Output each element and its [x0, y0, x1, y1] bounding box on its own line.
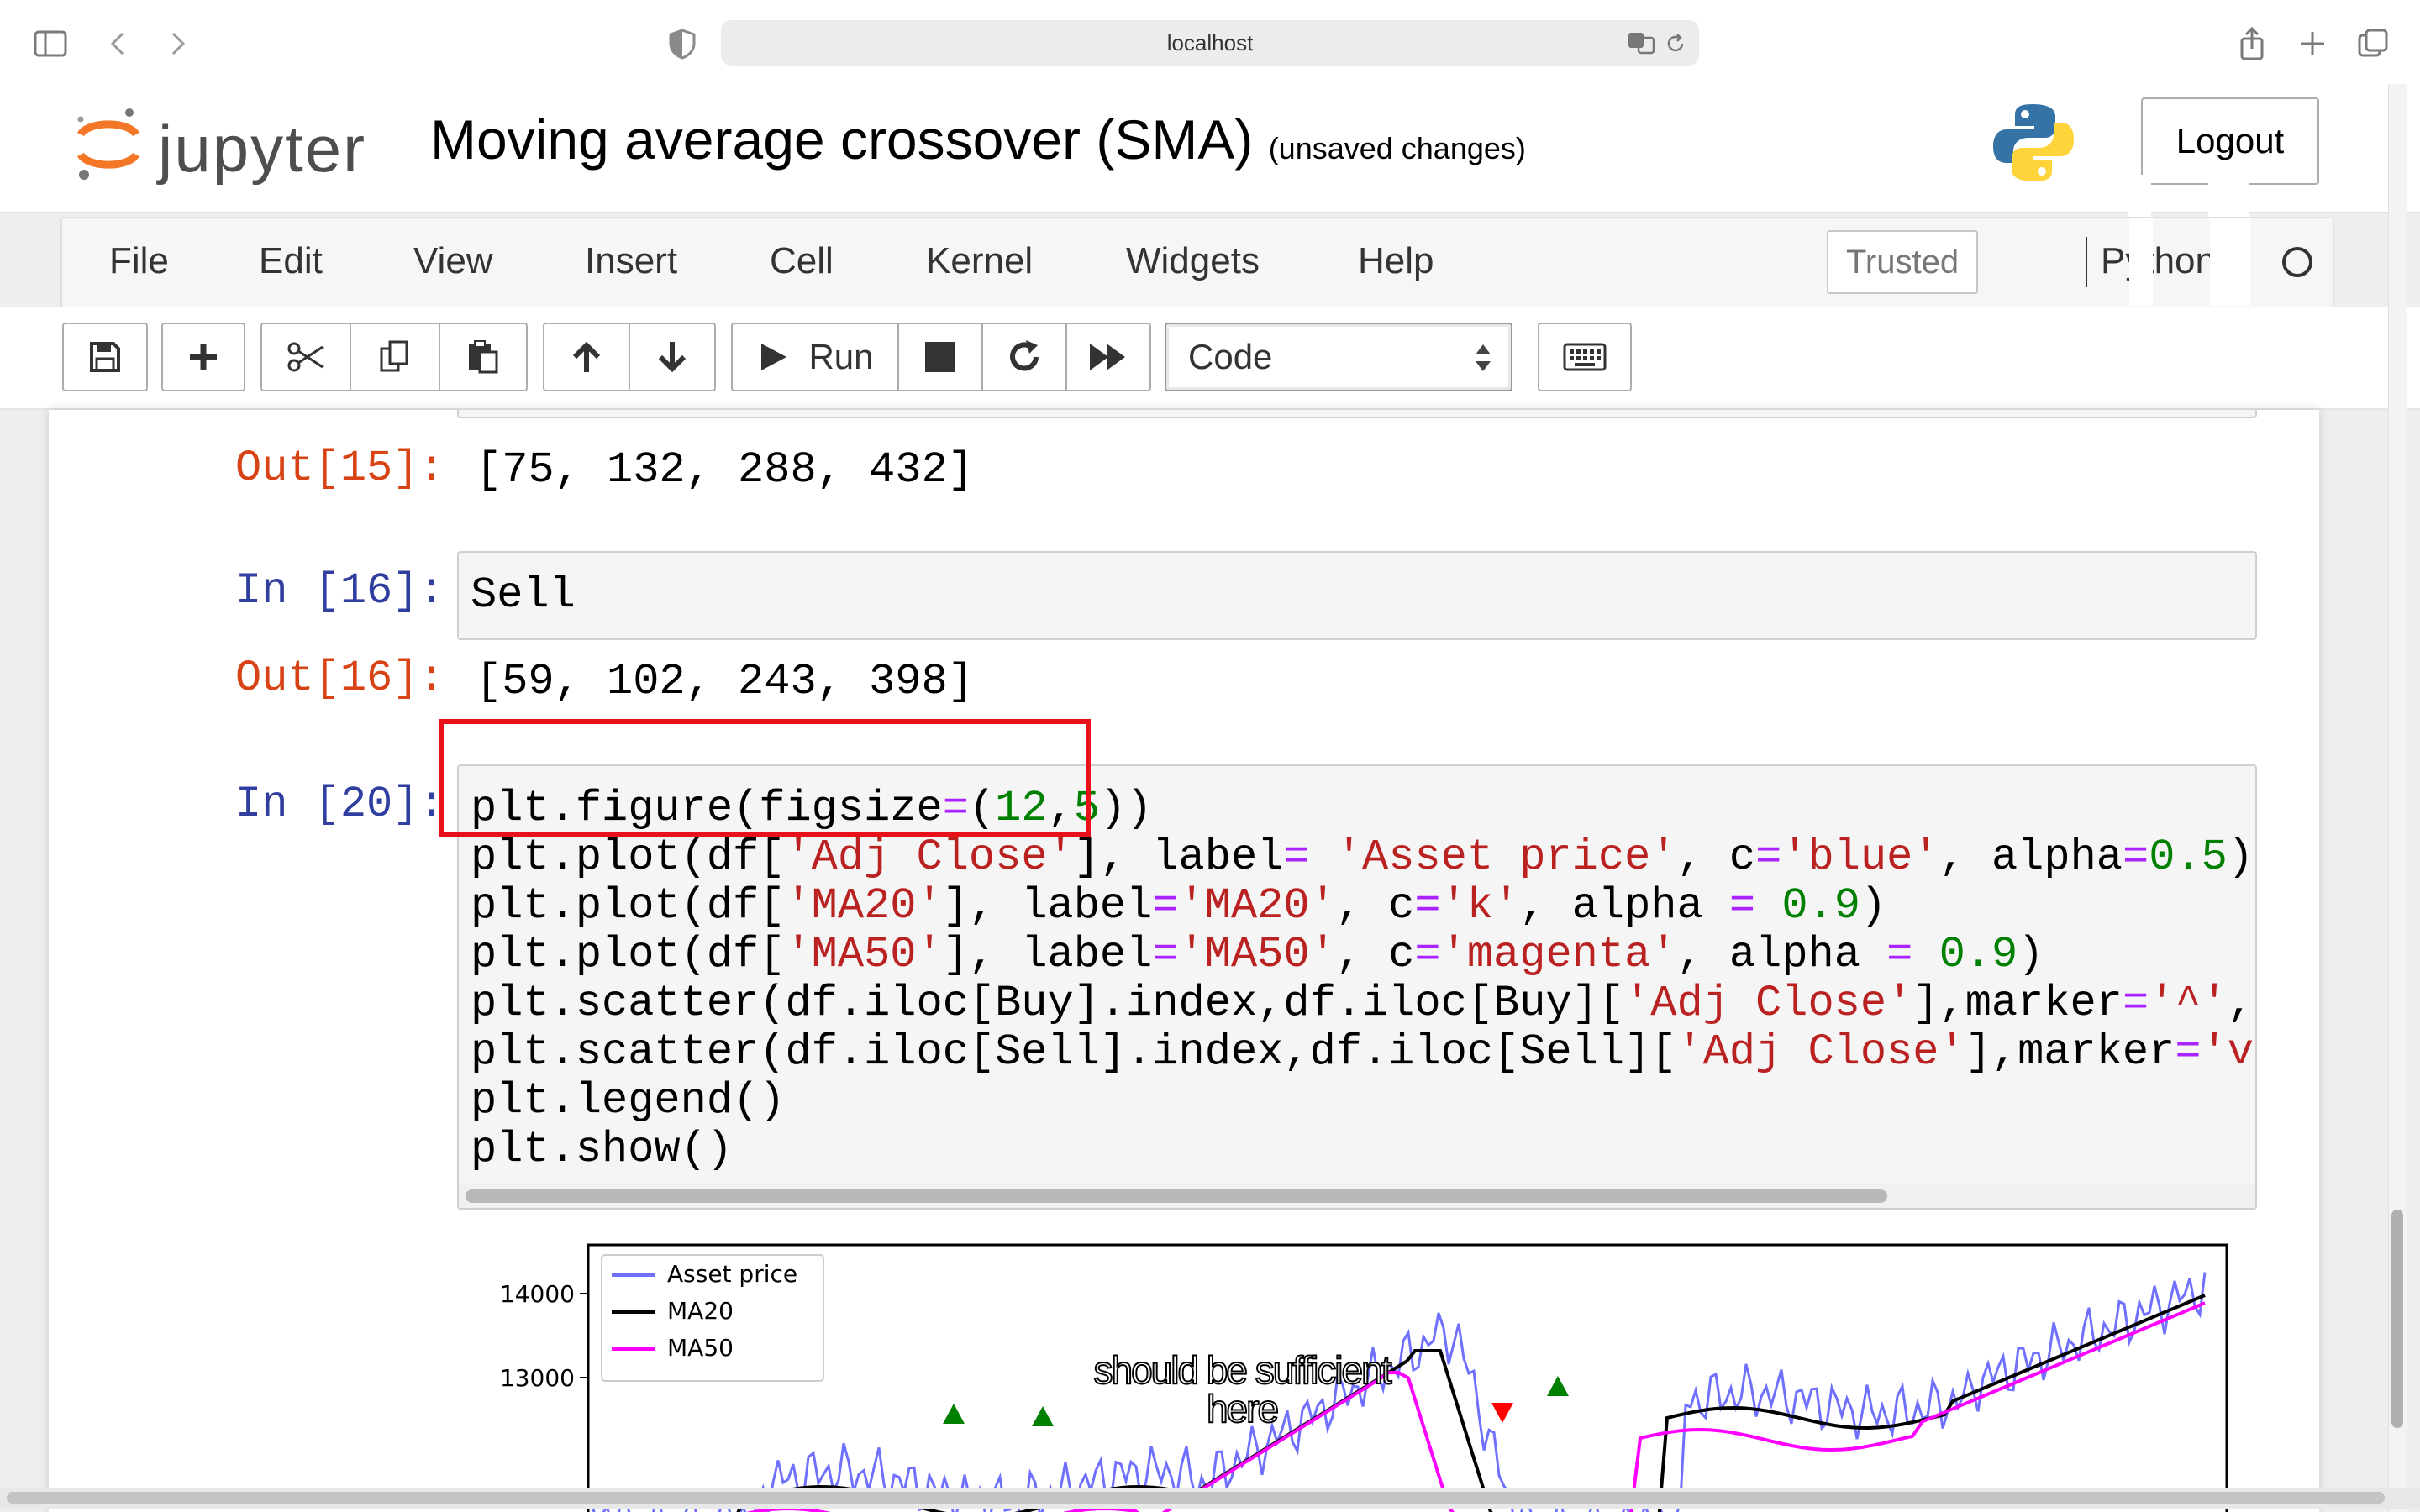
in-prompt-20: In [20]: [235, 780, 445, 829]
keyboard-icon [1563, 343, 1607, 371]
legend-label-asset-price: Asset price [667, 1260, 797, 1288]
caption-line-1: should be sufficient [1093, 1348, 1393, 1392]
paste-button[interactable] [439, 323, 528, 391]
y-tick-label: 13000 [500, 1364, 575, 1392]
notebook-container: Out[15]: [75, 132, 288, 432] In [16]: Se… [49, 410, 2319, 1512]
menubar: File Edit View Insert Cell Kernel Widget… [60, 217, 2334, 309]
copy-icon [380, 340, 408, 372]
arrow-up-icon [572, 341, 601, 372]
code-line: plt.scatter(df.iloc[Sell].index,df.iloc[… [471, 1027, 2255, 1077]
stop-icon [925, 342, 955, 372]
output-15: [75, 132, 288, 432] [476, 445, 974, 495]
code-line: plt.scatter(df.iloc[Buy].index,df.iloc[B… [471, 979, 2254, 1028]
menu-kernel[interactable]: Kernel [926, 240, 1033, 282]
cut-button[interactable] [260, 323, 351, 391]
restart-kernel-button[interactable] [981, 323, 1067, 391]
hscroll-thumb[interactable] [7, 1492, 2385, 1504]
video-caption: should be sufficient here [948, 1348, 1536, 1431]
url-text: localhost [1166, 29, 1254, 55]
share-icon[interactable] [2233, 25, 2270, 62]
overlay-patch [2129, 218, 2153, 306]
kernel-idle-icon [2282, 247, 2312, 277]
python-logo-icon [1993, 104, 2074, 181]
notebook-title-area[interactable]: Moving average crossover (SMA) (unsaved … [430, 108, 1526, 171]
output-16: [59, 102, 243, 398] [476, 657, 974, 706]
paste-icon [469, 340, 498, 374]
jupyter-logo-text: jupyter [158, 112, 367, 186]
run-label: Run [808, 337, 874, 376]
trusted-indicator[interactable]: Trusted [1827, 230, 1978, 294]
notebook-title[interactable]: Moving average crossover (SMA) [430, 108, 1253, 171]
sidebar-toggle-icon[interactable] [32, 25, 69, 62]
interrupt-button[interactable] [897, 323, 983, 391]
run-button[interactable]: Run [731, 323, 899, 391]
new-tab-icon[interactable] [2294, 25, 2331, 62]
overlay-patch [2210, 218, 2250, 306]
code-cell-16[interactable]: Sell [457, 551, 2257, 640]
scissors-icon [287, 342, 324, 372]
menu-view[interactable]: View [413, 240, 493, 282]
save-status: (unsaved changes) [1268, 131, 1526, 165]
code-cell-20-source: plt.figure(figsize=(12,5)) plt.plot(df['A… [471, 785, 2255, 1174]
select-arrows-icon [1476, 344, 1491, 371]
restart-run-all-button[interactable] [1065, 323, 1151, 391]
legend: Asset price MA20 MA50 [601, 1254, 824, 1382]
y-tick-label: 14000 [500, 1280, 575, 1308]
reload-icon[interactable] [1664, 32, 1687, 55]
code-line: plt.show() [471, 1125, 734, 1174]
code-cell-16-source: Sell [471, 570, 576, 620]
translate-icon[interactable] [1627, 30, 1657, 55]
menu-widgets[interactable]: Widgets [1126, 240, 1260, 282]
back-icon[interactable] [101, 25, 138, 62]
kernel-divider [2086, 237, 2087, 287]
legend-label-ma50: MA50 [667, 1334, 734, 1362]
jupyter-logo-icon [77, 108, 139, 180]
move-down-button[interactable] [629, 323, 716, 391]
menu-file[interactable]: File [109, 240, 169, 282]
arrow-down-icon [658, 342, 687, 373]
page-vertical-scrollbar[interactable] [2385, 84, 2410, 1512]
y-ticks: 14000 13000 [500, 1280, 588, 1392]
page-horizontal-scrollbar[interactable] [0, 1488, 2420, 1509]
menu-help[interactable]: Help [1358, 240, 1434, 282]
jupyter-header: jupyter Moving average crossover (SMA) (… [0, 84, 2420, 239]
cell-type-select[interactable]: Code [1165, 323, 1512, 391]
highlight-box [439, 719, 1091, 837]
command-palette-button[interactable] [1538, 323, 1632, 391]
caption-line-2: here [1206, 1387, 1280, 1431]
code-line: plt.legend() [471, 1076, 786, 1126]
privacy-shield-icon[interactable] [664, 25, 701, 62]
move-up-button[interactable] [543, 323, 630, 391]
menu-edit[interactable]: Edit [259, 240, 323, 282]
play-icon [761, 344, 787, 370]
tab-overview-icon[interactable] [2354, 25, 2391, 62]
code-scrollbar-thumb[interactable] [466, 1189, 1887, 1203]
code-horizontal-scrollbar[interactable] [459, 1184, 2255, 1208]
code-line: plt.plot(df['MA20'], label='MA20', c='k'… [471, 881, 1887, 931]
save-button[interactable] [62, 323, 148, 391]
browser-toolbar: localhost [0, 0, 2420, 84]
in-prompt-16: In [16]: [235, 566, 445, 616]
restart-icon [1010, 340, 1039, 371]
out-prompt-15: Out[15]: [235, 444, 445, 493]
cell-type-value: Code [1188, 337, 1273, 376]
vscroll-thumb[interactable] [2391, 1210, 2403, 1428]
insert-cell-button[interactable] [161, 323, 245, 391]
code-line: plt.plot(df['MA50'], label='MA50', c='ma… [471, 930, 2044, 979]
code-line: plt.plot(df['Adj Close'], label= 'Asset … [471, 832, 2254, 882]
address-bar[interactable]: localhost [721, 20, 1699, 66]
out-prompt-16: Out[16]: [235, 654, 445, 703]
forward-icon[interactable] [160, 25, 197, 62]
notebook-toolbar: Run Code [0, 307, 2420, 410]
menu-cell[interactable]: Cell [770, 240, 834, 282]
floppy-disk-icon [90, 342, 120, 372]
fast-forward-icon [1090, 344, 1125, 370]
jupyter-logo[interactable]: jupyter [71, 99, 407, 192]
legend-label-ma20: MA20 [667, 1297, 734, 1325]
logout-button[interactable]: Logout [2141, 97, 2319, 185]
menu-insert[interactable]: Insert [585, 240, 677, 282]
copy-button[interactable] [350, 323, 440, 391]
plus-icon [190, 344, 217, 370]
previous-cell-bottom[interactable] [457, 410, 2257, 418]
